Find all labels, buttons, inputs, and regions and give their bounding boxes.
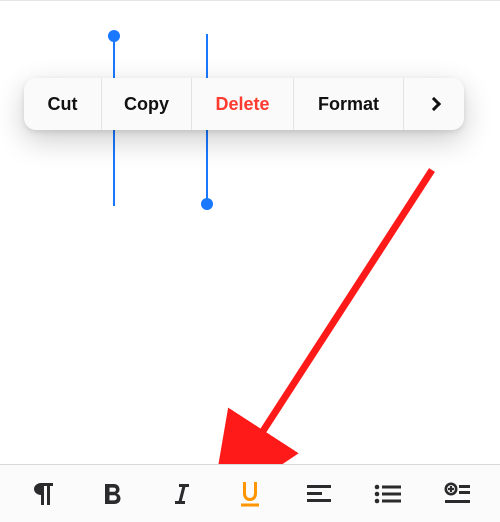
- delete-label: Delete: [215, 94, 269, 115]
- align-button[interactable]: [291, 471, 347, 517]
- cut-button[interactable]: Cut: [24, 78, 102, 130]
- chevron-right-icon: [427, 97, 441, 111]
- bold-icon: [100, 481, 124, 507]
- underline-button[interactable]: [222, 471, 278, 517]
- copy-label: Copy: [124, 94, 169, 115]
- insert-button[interactable]: [429, 471, 485, 517]
- underline-icon: [237, 480, 263, 508]
- copy-button[interactable]: Copy: [102, 78, 192, 130]
- more-button[interactable]: [404, 78, 464, 130]
- bullet-list-icon: [373, 483, 403, 505]
- selection-handle-start[interactable]: [108, 30, 120, 42]
- align-left-icon: [305, 483, 333, 505]
- list-button[interactable]: [360, 471, 416, 517]
- context-menu: Cut Copy Delete Format: [24, 78, 464, 130]
- pilcrow-icon: [31, 481, 55, 507]
- format-label: Format: [318, 94, 379, 115]
- insert-block-icon: [443, 482, 471, 506]
- cut-label: Cut: [48, 94, 78, 115]
- delete-button[interactable]: Delete: [192, 78, 294, 130]
- format-toolbar: [0, 464, 500, 522]
- format-button[interactable]: Format: [294, 78, 404, 130]
- bold-button[interactable]: [84, 471, 140, 517]
- top-divider: [0, 0, 500, 1]
- italic-button[interactable]: [153, 471, 209, 517]
- italic-icon: [170, 481, 192, 507]
- paragraph-button[interactable]: [15, 471, 71, 517]
- selection-handle-end[interactable]: [201, 198, 213, 210]
